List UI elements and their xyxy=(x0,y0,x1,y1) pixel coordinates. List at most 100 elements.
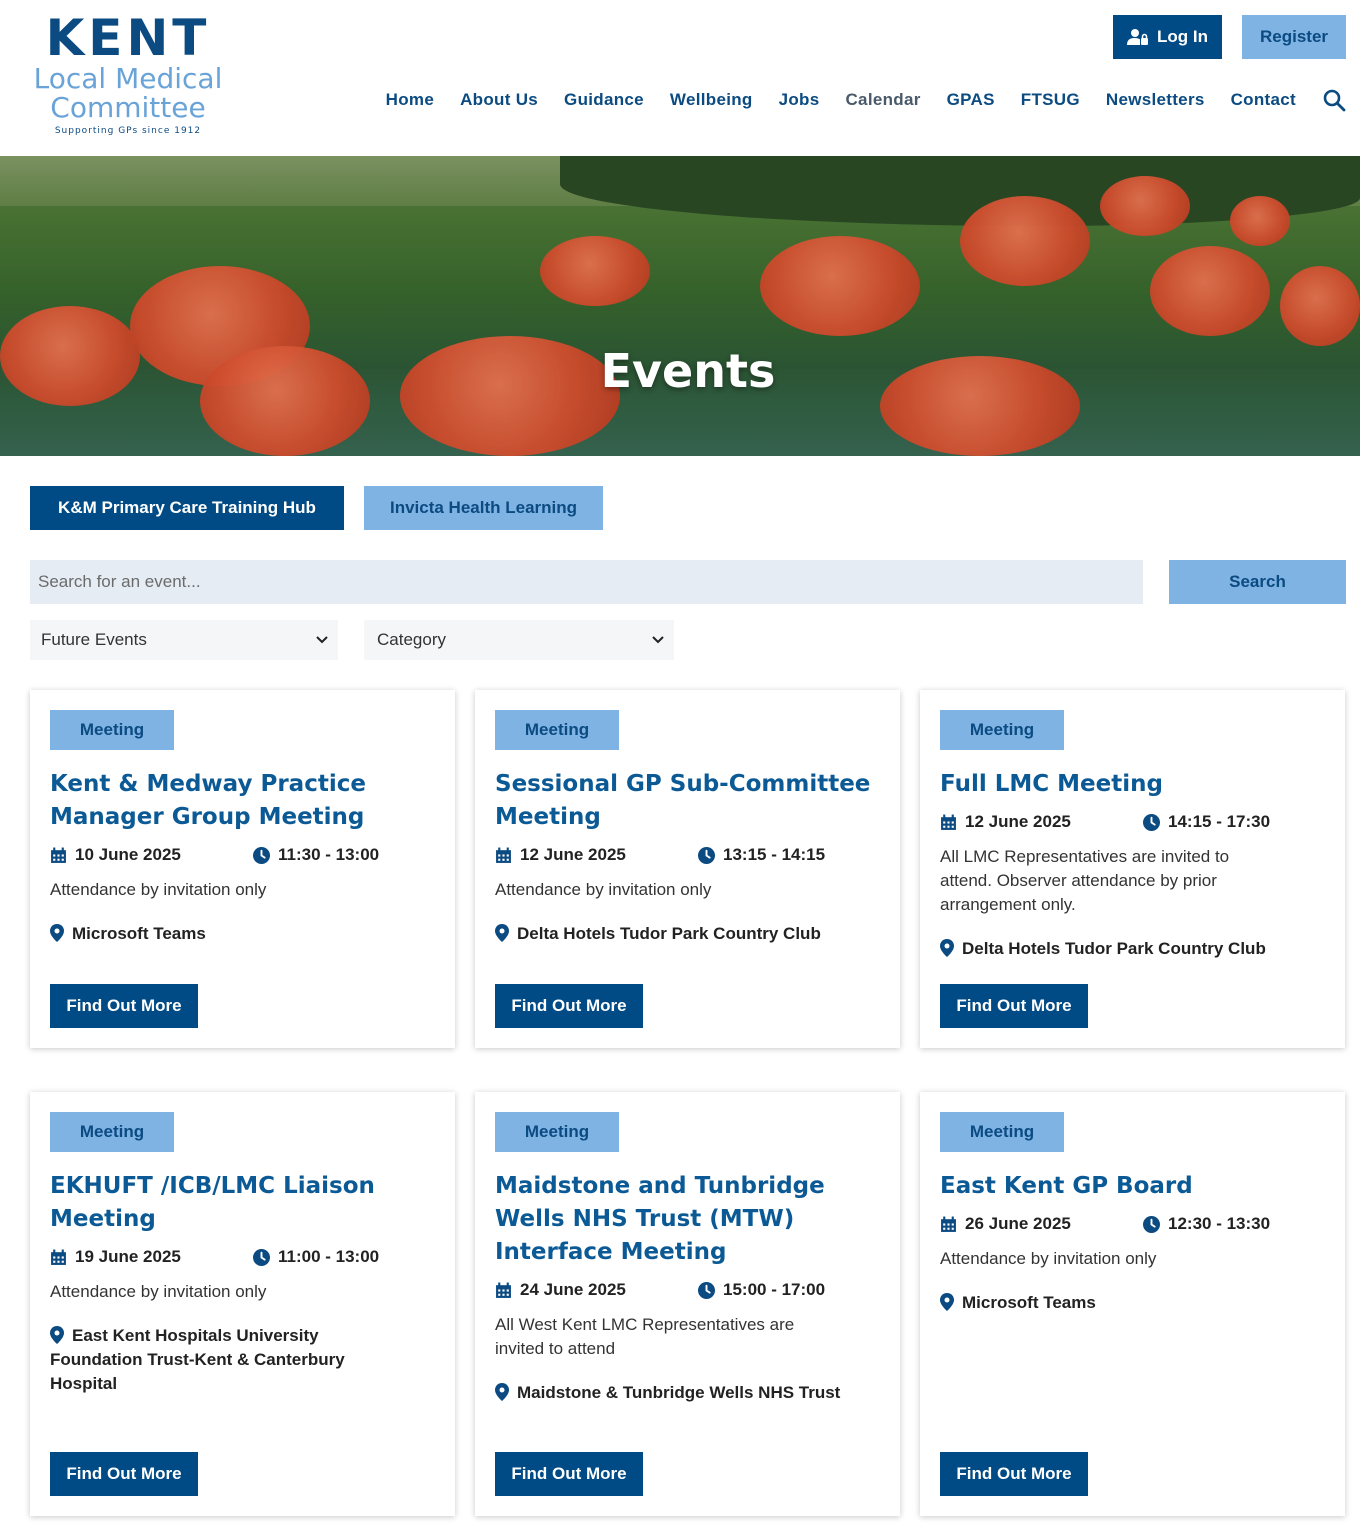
event-time: 14:15 - 17:30 xyxy=(1143,812,1270,832)
event-card: Meeting East Kent GP Board 26 June 2025 … xyxy=(920,1092,1345,1516)
nav-jobs[interactable]: Jobs xyxy=(779,90,820,110)
category-badge[interactable]: Meeting xyxy=(495,710,619,750)
event-time-text: 11:00 - 13:00 xyxy=(278,1247,380,1266)
page-title: Events xyxy=(600,344,776,398)
event-card: Meeting EKHUFT /ICB/LMC Liaison Meeting … xyxy=(30,1092,455,1516)
user-lock-icon xyxy=(1127,29,1149,45)
event-location-text: Maidstone & Tunbridge Wells NHS Trust xyxy=(517,1383,841,1402)
category-filter-value: Category xyxy=(377,630,446,649)
nav-ftsug[interactable]: FTSUG xyxy=(1021,90,1080,110)
event-location-text: East Kent Hospitals University Foundatio… xyxy=(50,1326,345,1393)
site-logo[interactable]: KENT Local Medical Committee Supporting … xyxy=(28,12,228,136)
nav-wellbeing[interactable]: Wellbeing xyxy=(670,90,753,110)
category-badge[interactable]: Meeting xyxy=(50,1112,174,1152)
search-button[interactable]: Search xyxy=(1169,560,1346,604)
account-buttons: Log In Register xyxy=(1113,15,1346,59)
find-out-more-button[interactable]: Find Out More xyxy=(50,1452,198,1496)
category-filter-select[interactable]: Category xyxy=(364,620,674,660)
map-pin-icon xyxy=(50,1326,64,1344)
time-filter-value: Future Events xyxy=(41,630,147,649)
logo-line-3: Committee xyxy=(50,91,206,124)
event-title[interactable]: Kent & Medway Practice Manager Group Mee… xyxy=(50,768,440,834)
event-location: Microsoft Teams xyxy=(940,1291,1330,1315)
category-badge[interactable]: Meeting xyxy=(940,710,1064,750)
training-hub-button[interactable]: K&M Primary Care Training Hub xyxy=(30,486,344,530)
event-title[interactable]: East Kent GP Board xyxy=(940,1170,1330,1203)
event-date-text: 10 June 2025 xyxy=(75,845,181,864)
event-location-text: Microsoft Teams xyxy=(962,1293,1096,1312)
event-search-input[interactable] xyxy=(30,560,1143,604)
time-filter-select[interactable]: Future Events xyxy=(30,620,338,660)
event-card: Meeting Kent & Medway Practice Manager G… xyxy=(30,690,455,1048)
find-out-more-button[interactable]: Find Out More xyxy=(495,984,643,1028)
main-nav: Home About Us Guidance Wellbeing Jobs Ca… xyxy=(360,88,1346,112)
event-meta: 10 June 2025 11:30 - 13:00 xyxy=(50,845,379,865)
event-time: 13:15 - 14:15 xyxy=(698,845,825,865)
event-location-text: Delta Hotels Tudor Park Country Club xyxy=(962,939,1266,958)
event-location: Microsoft Teams xyxy=(50,922,440,946)
category-badge[interactable]: Meeting xyxy=(50,710,174,750)
nav-gpas[interactable]: GPAS xyxy=(947,90,995,110)
event-date: 10 June 2025 xyxy=(50,845,253,865)
nav-home[interactable]: Home xyxy=(386,90,434,110)
nav-newsletters[interactable]: Newsletters xyxy=(1106,90,1205,110)
find-out-more-button[interactable]: Find Out More xyxy=(495,1452,643,1496)
find-out-more-button[interactable]: Find Out More xyxy=(940,984,1088,1028)
event-date: 26 June 2025 xyxy=(940,1214,1143,1234)
nav-guidance[interactable]: Guidance xyxy=(564,90,644,110)
event-title[interactable]: Maidstone and Tunbridge Wells NHS Trust … xyxy=(495,1170,885,1269)
calendar-icon xyxy=(496,1282,511,1298)
event-date: 19 June 2025 xyxy=(50,1247,253,1267)
event-date-text: 24 June 2025 xyxy=(520,1280,626,1299)
map-pin-icon xyxy=(940,1293,954,1311)
calendar-icon xyxy=(51,1249,66,1265)
event-time: 11:00 - 13:00 xyxy=(253,1247,379,1267)
event-meta: 12 June 2025 13:15 - 14:15 xyxy=(495,845,825,865)
event-description: Attendance by invitation only xyxy=(50,880,267,899)
map-pin-icon xyxy=(50,924,64,942)
event-title[interactable]: EKHUFT /ICB/LMC Liaison Meeting xyxy=(50,1170,440,1236)
calendar-icon xyxy=(51,847,66,863)
event-date: 12 June 2025 xyxy=(940,812,1143,832)
clock-icon xyxy=(253,1248,270,1266)
event-description: All West Kent LMC Representatives are in… xyxy=(495,1315,795,1358)
event-date: 24 June 2025 xyxy=(495,1280,698,1300)
find-out-more-button[interactable]: Find Out More xyxy=(50,984,198,1028)
event-description: Attendance by invitation only xyxy=(50,1282,267,1301)
event-location: Delta Hotels Tudor Park Country Club xyxy=(495,922,885,946)
event-title[interactable]: Sessional GP Sub-Committee Meeting xyxy=(495,768,885,834)
logo-kent-text: KENT xyxy=(45,9,211,67)
map-pin-icon xyxy=(495,924,509,942)
event-location: Maidstone & Tunbridge Wells NHS Trust xyxy=(495,1381,845,1405)
event-card: Meeting Sessional GP Sub-Committee Meeti… xyxy=(475,690,900,1048)
register-button[interactable]: Register xyxy=(1242,15,1346,59)
map-pin-icon xyxy=(495,1383,509,1401)
find-out-more-button[interactable]: Find Out More xyxy=(940,1452,1088,1496)
hero-banner: Events xyxy=(0,156,1360,456)
event-title[interactable]: Full LMC Meeting xyxy=(940,768,1330,801)
event-meta: 26 June 2025 12:30 - 13:30 xyxy=(940,1214,1270,1234)
nav-about-us[interactable]: About Us xyxy=(460,90,538,110)
event-date: 12 June 2025 xyxy=(495,845,698,865)
event-description: Attendance by invitation only xyxy=(495,880,712,899)
clock-icon xyxy=(698,846,715,864)
nav-calendar[interactable]: Calendar xyxy=(845,90,920,110)
chevron-down-icon xyxy=(652,636,664,644)
event-card: Meeting Maidstone and Tunbridge Wells NH… xyxy=(475,1092,900,1516)
calendar-icon xyxy=(496,847,511,863)
event-date-text: 12 June 2025 xyxy=(965,812,1071,831)
login-button[interactable]: Log In xyxy=(1113,15,1222,59)
category-badge[interactable]: Meeting xyxy=(940,1112,1064,1152)
invicta-learning-button[interactable]: Invicta Health Learning xyxy=(364,486,603,530)
event-time: 15:00 - 17:00 xyxy=(698,1280,825,1300)
clock-icon xyxy=(1143,1215,1160,1233)
nav-contact[interactable]: Contact xyxy=(1231,90,1296,110)
event-time-text: 11:30 - 13:00 xyxy=(278,845,380,864)
calendar-icon xyxy=(941,1216,956,1232)
event-location: Delta Hotels Tudor Park Country Club xyxy=(940,937,1330,961)
event-time-text: 14:15 - 17:30 xyxy=(1168,812,1271,831)
chevron-down-icon xyxy=(316,636,328,644)
clock-icon xyxy=(698,1281,715,1299)
search-icon[interactable] xyxy=(1322,88,1346,112)
category-badge[interactable]: Meeting xyxy=(495,1112,619,1152)
